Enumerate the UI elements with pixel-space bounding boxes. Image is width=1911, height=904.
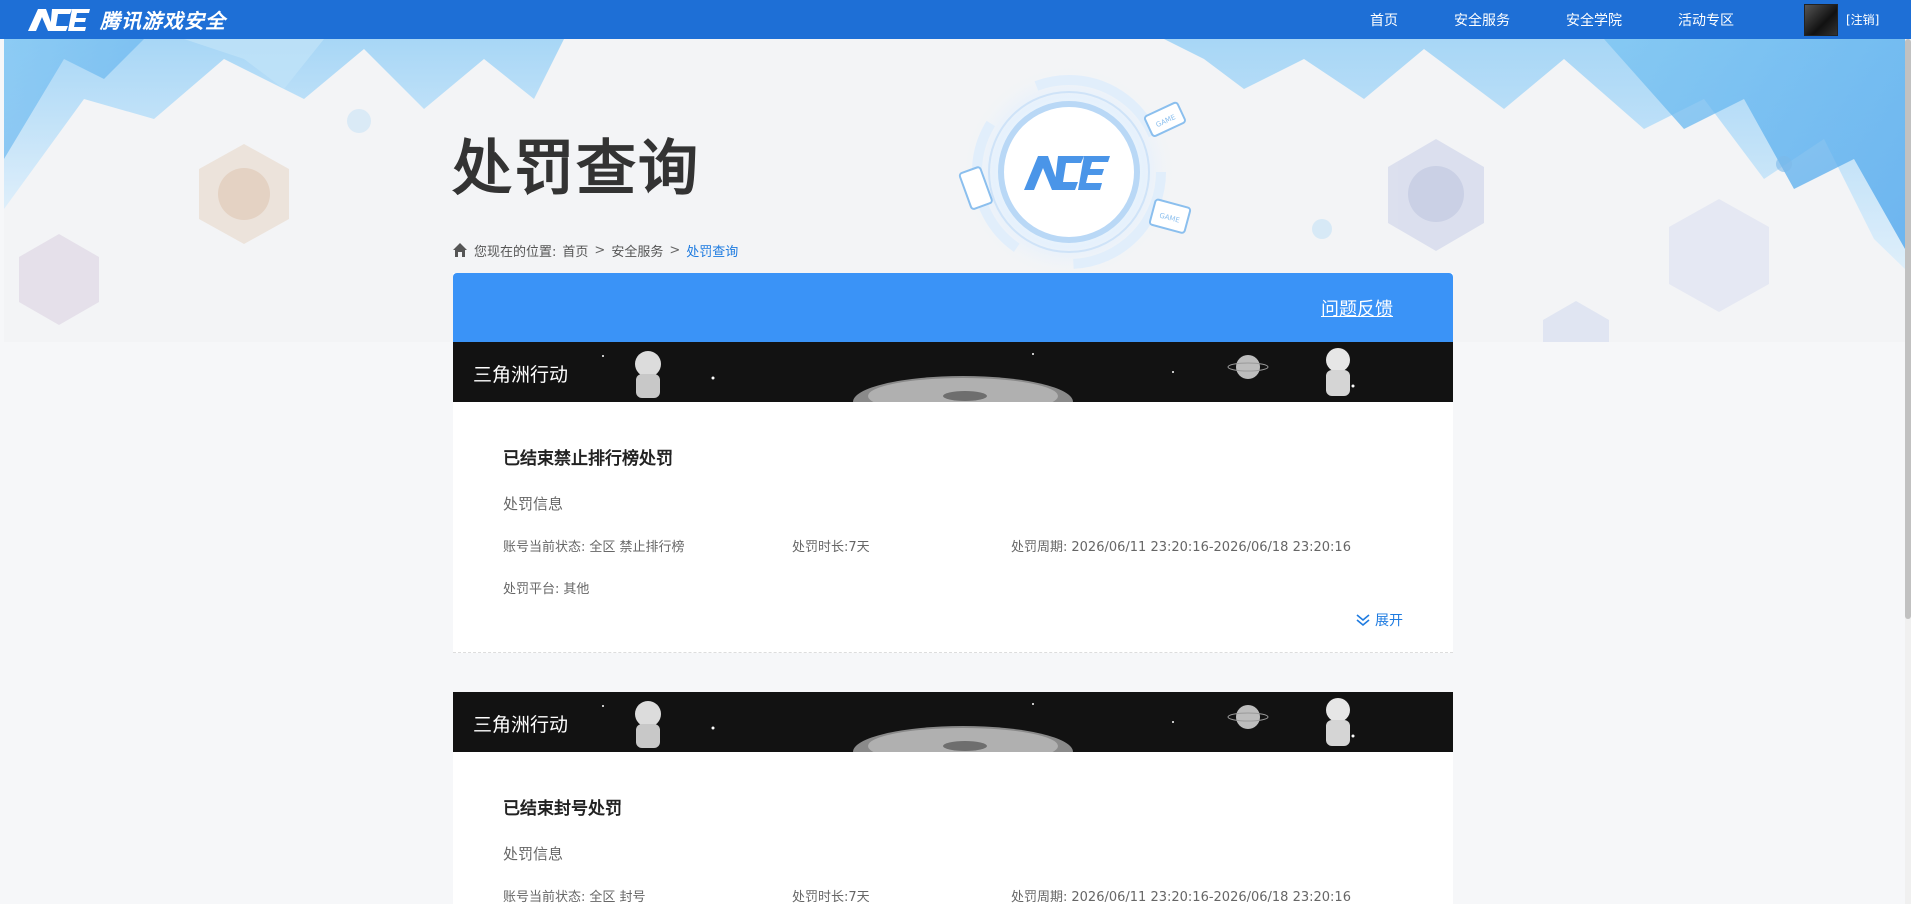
status-label: 账号当前状态:: [503, 890, 586, 904]
duration-value: 7天: [848, 890, 870, 904]
logout-link[interactable]: [注销]: [1846, 11, 1879, 28]
top-navbar: 腾讯游戏安全 首页 安全服务 安全学院 活动专区 [注销]: [0, 0, 1911, 39]
game-name: 三角洲行动: [473, 714, 569, 736]
status-label: 账号当前状态:: [503, 540, 586, 555]
penalty-record: 已结束封号处罚 处罚信息 账号当前状态: 全区 封号 处罚时长:7天 处罚周期: 2…: [453, 752, 1453, 904]
penalty-panel: 问题反馈 三角洲行动 已结束禁止排行榜处罚 处罚信息 账号当前状态: 全区 禁止排…: [453, 273, 1453, 904]
duration-label: 处罚时长:: [792, 890, 849, 904]
breadcrumb-prefix: 您现在的位置:: [474, 244, 557, 260]
nav-home[interactable]: 首页: [1370, 10, 1398, 30]
nav-security-services[interactable]: 安全服务: [1454, 10, 1510, 30]
record-section-label: 处罚信息: [503, 845, 564, 863]
record-info-row: 账号当前状态: 全区 封号 处罚时长:7天 处罚周期: 2026/06/11 23:…: [503, 886, 1403, 904]
game-name: 三角洲行动: [473, 364, 569, 386]
record-section-label: 处罚信息: [503, 495, 564, 513]
duration-value: 7天: [848, 540, 870, 555]
platform-value: 其他: [563, 582, 590, 597]
period-label: 处罚周期:: [1011, 890, 1068, 904]
duration-label: 处罚时长:: [792, 540, 849, 555]
breadcrumb: 您现在的位置: 首页 > 安全服务 > 处罚查询: [452, 240, 738, 260]
panel-header: 问题反馈: [453, 273, 1453, 342]
main-nav: 首页 安全服务 安全学院 活动专区: [1370, 0, 1790, 39]
ace-logo-icon: [28, 8, 90, 31]
breadcrumb-sep: >: [594, 242, 606, 258]
period-value: 2026/06/11 23:20:16-2026/06/18 23:20:16: [1071, 540, 1351, 555]
breadcrumb-sep: >: [669, 242, 681, 258]
record-gap: [453, 653, 1453, 692]
space-banner-art: [602, 348, 1355, 402]
page-scrollbar[interactable]: [1905, 39, 1911, 904]
status-value: 全区 封号: [589, 890, 646, 904]
platform-row: 处罚平台: 其他: [503, 578, 1403, 597]
expand-button[interactable]: 展开: [1355, 610, 1403, 630]
game-banner: 三角洲行动: [453, 342, 1453, 402]
status-value: 全区 禁止排行榜: [589, 540, 685, 555]
breadcrumb-security-services[interactable]: 安全服务: [611, 241, 663, 260]
platform-label: 处罚平台:: [503, 582, 560, 597]
space-banner-art: [602, 698, 1355, 752]
nav-security-academy[interactable]: 安全学院: [1566, 10, 1622, 30]
user-box: [注销]: [1804, 0, 1879, 39]
period-label: 处罚周期:: [1011, 540, 1068, 555]
avatar[interactable]: [1804, 3, 1838, 36]
record-title: 已结束封号处罚: [503, 799, 622, 819]
breadcrumb-home[interactable]: 首页: [562, 241, 588, 260]
feedback-link[interactable]: 问题反馈: [1321, 295, 1393, 321]
game-banner: 三角洲行动: [453, 692, 1453, 752]
period-value: 2026/06/11 23:20:16-2026/06/18 23:20:16: [1071, 890, 1351, 904]
record-info-row: 账号当前状态: 全区 禁止排行榜 处罚时长:7天 处罚周期: 2026/06/11 …: [503, 536, 1403, 555]
penalty-record: 已结束禁止排行榜处罚 处罚信息 账号当前状态: 全区 禁止排行榜 处罚时长:7天 …: [453, 402, 1453, 652]
double-chevron-down-icon: [1356, 614, 1370, 627]
breadcrumb-current: 处罚查询: [686, 244, 739, 260]
brand-name: 腾讯游戏安全: [100, 9, 226, 33]
expand-label: 展开: [1375, 613, 1403, 629]
scrollbar-thumb[interactable]: [1905, 39, 1911, 619]
home-icon: [453, 243, 467, 257]
record-title: 已结束禁止排行榜处罚: [503, 449, 673, 469]
brand-logo[interactable]: 腾讯游戏安全: [26, 3, 226, 36]
page-title: 处罚查询: [452, 134, 700, 204]
nav-events[interactable]: 活动专区: [1678, 10, 1734, 30]
